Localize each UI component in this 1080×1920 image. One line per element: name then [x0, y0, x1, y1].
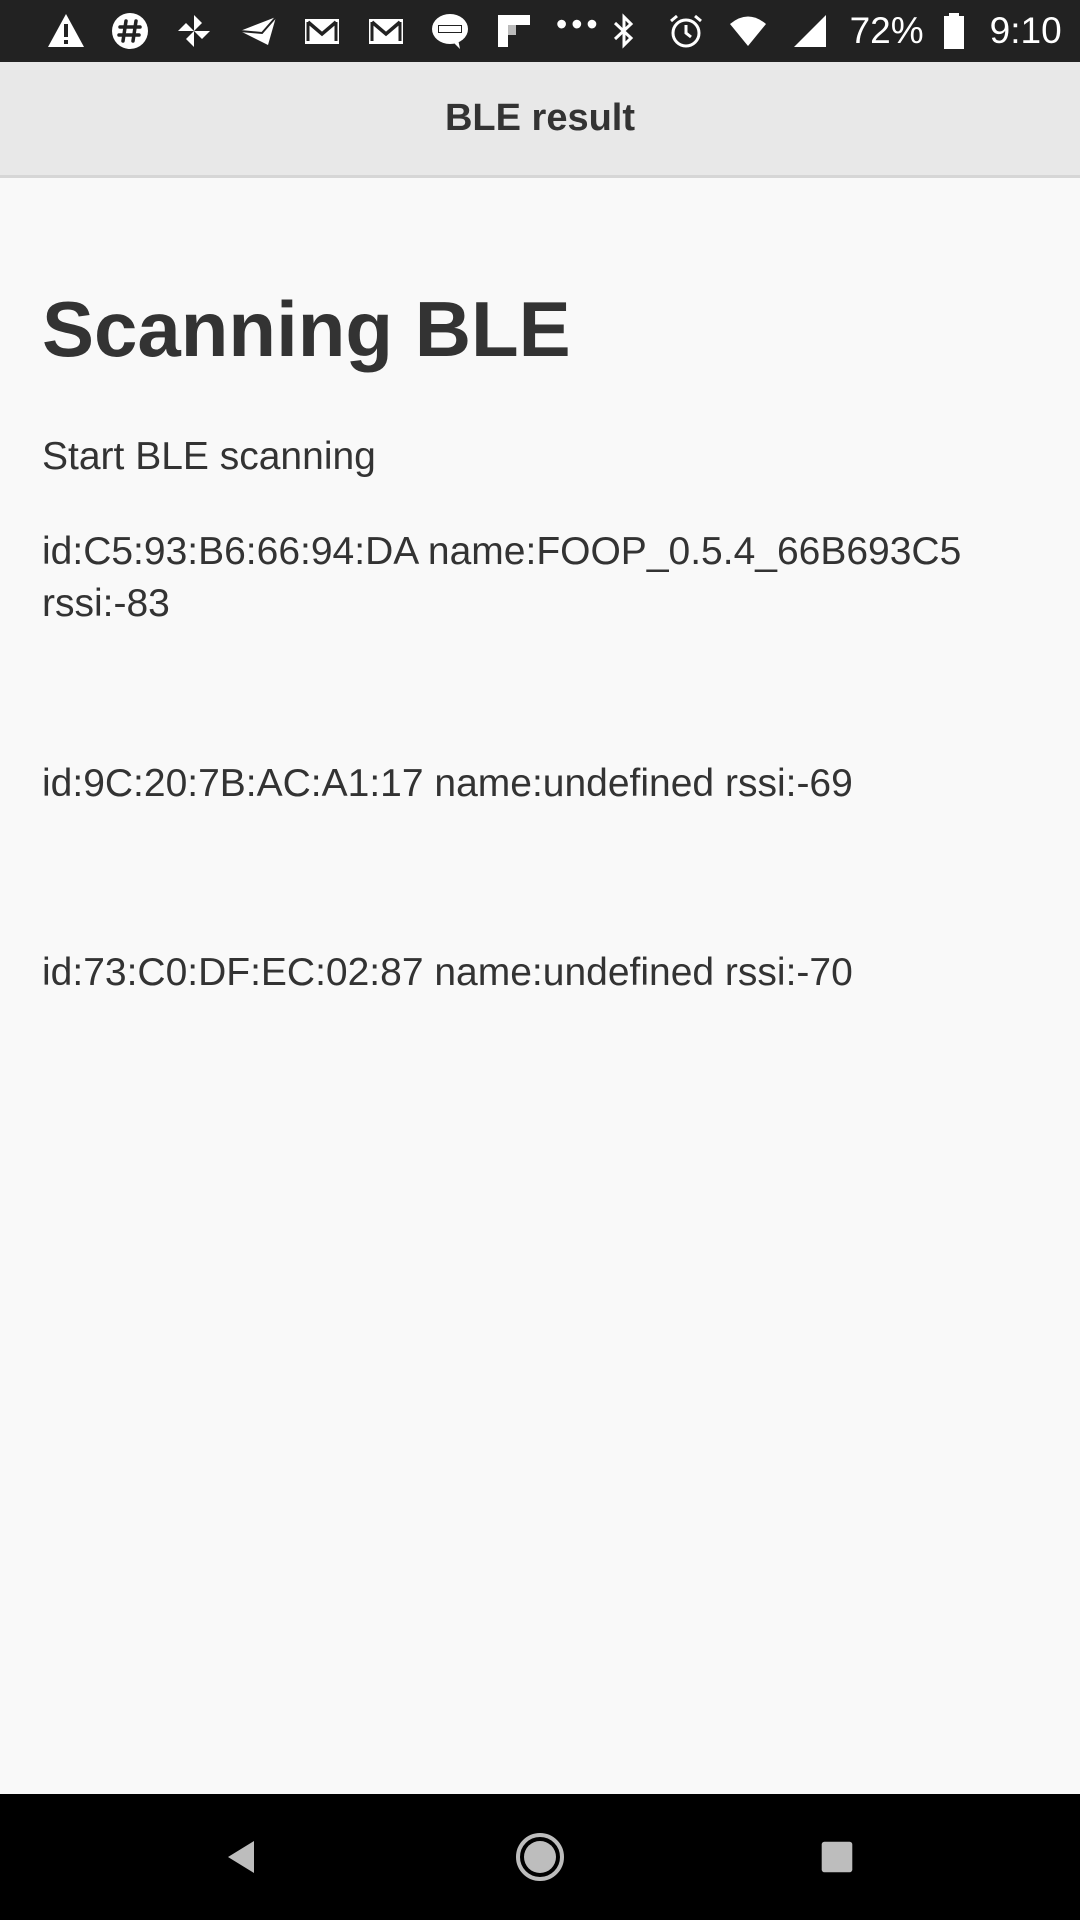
pinwheel-icon [172, 9, 216, 53]
header-title: BLE result [444, 97, 636, 139]
home-icon [516, 1833, 564, 1881]
device-item: id:C5:93:B6:66:94:DA name:FOOP_0.5.4_66B… [42, 530, 962, 625]
recents-icon [821, 1841, 853, 1873]
bluetooth-icon [602, 9, 646, 53]
notification-icons: ••• [44, 6, 602, 53]
cell-signal-icon [788, 9, 832, 53]
alert-icon [44, 9, 88, 53]
device-list: id:C5:93:B6:66:94:DA name:FOOP_0.5.4_66B… [42, 526, 1038, 999]
flipboard-icon [492, 9, 536, 53]
more-dots-icon: ••• [556, 6, 602, 42]
gmail-icon [300, 9, 344, 53]
scan-status-text: Start BLE scanning [42, 435, 376, 478]
navigation-bar [0, 1794, 1080, 1920]
alarm-icon [664, 9, 708, 53]
gmail-icon [364, 9, 408, 53]
status-bar: ••• 72% 9:10 [0, 0, 1080, 62]
back-button[interactable] [182, 1817, 302, 1897]
battery-percentage: 72% [849, 10, 924, 51]
page-title: Scanning BLE [42, 285, 571, 373]
back-icon [228, 1841, 254, 1873]
home-button[interactable] [480, 1817, 600, 1897]
recents-button[interactable] [777, 1817, 897, 1897]
clock: 9:10 [989, 10, 1062, 51]
line-icon [428, 9, 472, 53]
system-icons: 72% 9:10 [602, 9, 1062, 53]
wifi-icon [726, 9, 770, 53]
slack-icon [108, 9, 152, 53]
app-header: BLE result [0, 62, 1080, 178]
device-item: id:9C:20:7B:AC:A1:17 name:undefined rssi… [42, 762, 853, 805]
battery-icon [942, 9, 966, 53]
device-item: id:73:C0:DF:EC:02:87 name:undefined rssi… [42, 951, 853, 994]
main-content: Scanning BLE Start BLE scanning id:C5:93… [42, 178, 1038, 1127]
paper-plane-icon [236, 9, 280, 53]
